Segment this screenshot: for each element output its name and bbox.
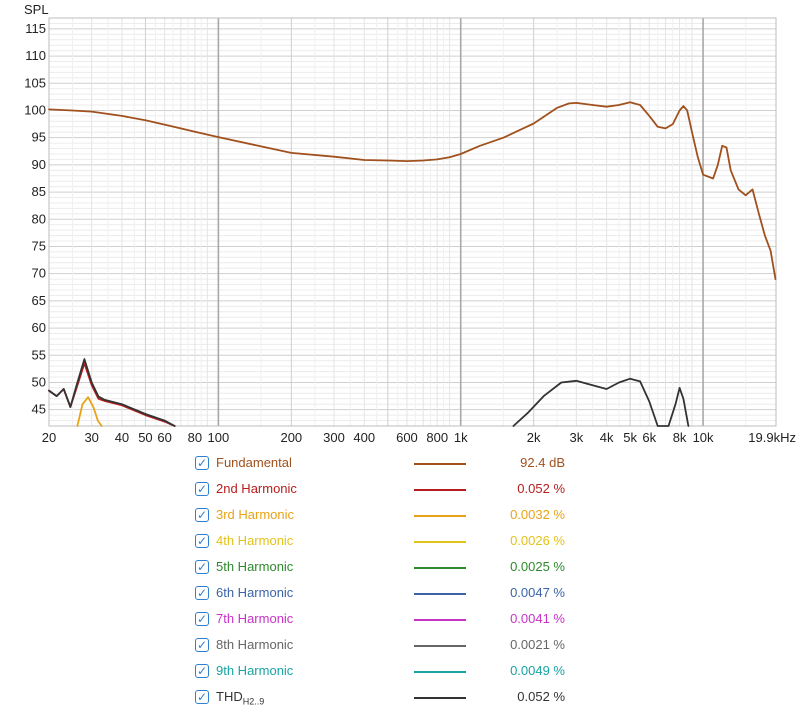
legend-label: 9th Harmonic (216, 663, 293, 678)
x-tick-label: 30 (84, 430, 98, 445)
legend-item[interactable]: ✓ 3rd Harmonic 0.0032 % (195, 504, 615, 530)
x-tick-label: 10k (693, 430, 714, 445)
legend-label-text: 7th Harmonic (216, 611, 294, 626)
checkbox-icon[interactable]: ✓ (195, 482, 209, 496)
legend-label: 8th Harmonic (216, 637, 293, 652)
legend-item[interactable]: ✓ 7th Harmonic 0.0041 % (195, 608, 615, 634)
checkbox-icon[interactable]: ✓ (195, 456, 209, 470)
x-tick-label: 4k (600, 430, 614, 445)
y-tick-label: 65 (32, 293, 46, 308)
legend-label: THDH2..9 (216, 689, 264, 707)
x-tick-label: 19.9kHz (748, 430, 796, 445)
x-tick-label: 5k (623, 430, 637, 445)
x-tick-label: 600 (396, 430, 418, 445)
y-tick-label: 105 (24, 75, 46, 90)
legend-value: 0.0049 % (510, 663, 565, 678)
y-tick-label: 100 (24, 102, 46, 117)
x-tick-label: 400 (353, 430, 375, 445)
x-tick-label: 8k (673, 430, 687, 445)
y-tick-label: 80 (32, 211, 46, 226)
legend-label: 7th Harmonic (216, 611, 293, 626)
y-tick-label: 55 (32, 347, 46, 362)
legend-label: 2nd Harmonic (216, 481, 297, 496)
x-tick-label: 20 (42, 430, 56, 445)
checkbox-icon[interactable]: ✓ (195, 690, 209, 704)
legend-label-text: THD (216, 689, 243, 704)
legend-value: 0.0047 % (510, 585, 565, 600)
y-tick-label: 110 (25, 48, 46, 63)
legend-label-text: 9th Harmonic (216, 663, 294, 678)
legend-item[interactable]: ✓ 8th Harmonic 0.0021 % (195, 634, 615, 660)
y-tick-label: 115 (25, 21, 46, 36)
legend-label: 4th Harmonic (216, 533, 293, 548)
series-line (48, 101, 777, 281)
series-line (76, 396, 103, 427)
y-axis: 45 50 55 60 65 70 75 80 85 90 95 100 105 110 115 (24, 21, 46, 417)
x-tick-label: 3k (569, 430, 583, 445)
checkbox-icon[interactable]: ✓ (195, 664, 209, 678)
x-tick-label: 2k (527, 430, 541, 445)
legend-value: 0.052 % (517, 481, 565, 496)
legend-item[interactable]: ✓ THDH2..9 0.052 % (195, 686, 615, 712)
legend-label: 3rd Harmonic (216, 507, 294, 522)
x-tick-label: 800 (426, 430, 448, 445)
legend-item[interactable]: ✓ 4th Harmonic 0.0026 % (195, 530, 615, 556)
checkbox-icon[interactable]: ✓ (195, 508, 209, 522)
x-tick-label: 6k (642, 430, 656, 445)
legend-value: 0.0025 % (510, 559, 565, 574)
legend-item[interactable]: ✓ 2nd Harmonic 0.052 % (195, 478, 615, 504)
checkbox-icon[interactable]: ✓ (195, 534, 209, 548)
y-tick-label: 95 (32, 130, 46, 145)
legend-item[interactable]: ✓ Fundamental 92.4 dB (195, 452, 615, 478)
y-axis-label: SPL (24, 2, 49, 17)
legend-value: 0.0021 % (510, 637, 565, 652)
x-tick-label: 200 (280, 430, 302, 445)
legend-label-text: 6th Harmonic (216, 585, 294, 600)
legend-value: 92.4 dB (520, 455, 565, 470)
y-tick-label: 75 (32, 238, 46, 253)
legend-label-text: 4th Harmonic (216, 533, 294, 548)
legend-label-subscript: H2..9 (242, 696, 265, 707)
legend-label-text: Fundamental (216, 455, 292, 470)
checkbox-icon[interactable]: ✓ (195, 638, 209, 652)
x-tick-label: 60 (157, 430, 171, 445)
checkbox-icon[interactable]: ✓ (195, 612, 209, 626)
legend-label-text: 8th Harmonic (216, 637, 294, 652)
legend-label: 5th Harmonic (216, 559, 293, 574)
y-tick-label: 60 (32, 320, 46, 335)
legend: ✓ Fundamental 92.4 dB ✓ 2nd Harmonic 0.052 % ✓… (195, 452, 615, 712)
y-tick-label: 85 (32, 184, 46, 199)
legend-label-text: 2nd Harmonic (216, 481, 297, 496)
plot-area (48, 17, 777, 427)
plot-border (48, 17, 777, 427)
legend-value: 0.052 % (517, 689, 565, 704)
frequency-response-chart: 45 50 55 60 65 70 75 80 85 90 95 100 105 110 115 20 30 4… (24, 2, 796, 445)
legend-item[interactable]: ✓ 5th Harmonic 0.0025 % (195, 556, 615, 582)
legend-item[interactable]: ✓ 6th Harmonic 0.0047 % (195, 582, 615, 608)
checkbox-icon[interactable]: ✓ (195, 586, 209, 600)
x-tick-label: 50 (138, 430, 152, 445)
x-tick-label: 80 (188, 430, 202, 445)
legend-label-text: 3rd Harmonic (216, 507, 295, 522)
x-tick-label: 40 (115, 430, 129, 445)
y-tick-label: 70 (32, 266, 46, 281)
y-tick-label: 50 (32, 374, 46, 389)
x-tick-label: 300 (323, 430, 345, 445)
legend-item[interactable]: ✓ 9th Harmonic 0.0049 % (195, 660, 615, 686)
legend-value: 0.0026 % (510, 533, 565, 548)
x-tick-label: 100 (208, 430, 230, 445)
series-line (512, 377, 690, 427)
y-tick-label: 45 (32, 402, 46, 417)
legend-label-text: 5th Harmonic (216, 559, 294, 574)
legend-label: Fundamental (216, 455, 292, 470)
checkbox-icon[interactable]: ✓ (195, 560, 209, 574)
legend-label: 6th Harmonic (216, 585, 293, 600)
legend-value: 0.0032 % (510, 507, 565, 522)
legend-value: 0.0041 % (510, 611, 565, 626)
y-tick-label: 90 (32, 157, 46, 172)
x-axis: 20 30 40 50 60 80 100 200 300 400 600 800 1k 2k 3k 4k 5k… (42, 430, 796, 445)
x-tick-label: 1k (454, 430, 468, 445)
chart-grid (48, 17, 777, 427)
